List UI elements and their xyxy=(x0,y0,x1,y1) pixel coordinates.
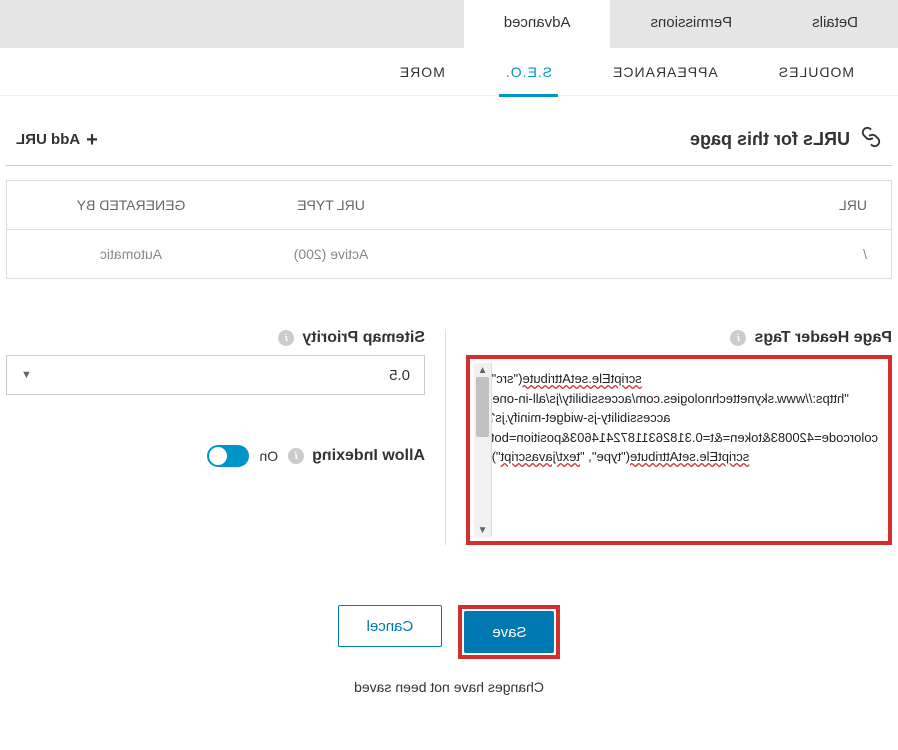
tab-permissions[interactable]: Permissions xyxy=(610,0,772,48)
info-icon[interactable]: i xyxy=(288,448,304,464)
tab-details[interactable]: Details xyxy=(772,0,898,48)
sitemap-label: Sitemap Priority i xyxy=(6,329,425,347)
header-tags-label: Page Header Tags i xyxy=(466,329,892,347)
unsaved-message: Changes have not been saved xyxy=(0,679,898,695)
table-row[interactable]: / Active (200) Automatic xyxy=(7,230,891,278)
subtab-modules[interactable]: MODULES xyxy=(748,48,884,96)
cancel-button[interactable]: Cancel xyxy=(338,605,443,647)
url-table-header: URL URL TYPE GENERATED BY xyxy=(7,181,891,230)
main-tabs: Details Permissions Advanced xyxy=(0,0,898,48)
tab-advanced[interactable]: Advanced xyxy=(464,0,611,48)
subtab-seo[interactable]: S.E.O. xyxy=(475,48,582,96)
header-tags-textarea[interactable]: scriptEle.setAttribute("src", "https://w… xyxy=(466,355,892,545)
url-table: URL URL TYPE GENERATED BY / Active (200)… xyxy=(6,180,892,279)
cell-url: / xyxy=(431,246,867,262)
cell-generated: Automatic xyxy=(31,246,231,262)
col-url-header: URL xyxy=(431,197,867,213)
sitemap-priority-select[interactable]: 0.5 ▼ xyxy=(6,355,425,395)
subtab-appearance[interactable]: APPEARANCE xyxy=(582,48,748,96)
add-url-button[interactable]: + Add URL xyxy=(16,130,98,150)
save-button[interactable]: Save xyxy=(464,611,554,653)
sub-tabs: MODULES APPEARANCE S.E.O. MORE xyxy=(0,48,898,96)
col-type-header: URL TYPE xyxy=(231,197,431,213)
info-icon[interactable]: i xyxy=(730,330,746,346)
allow-indexing-toggle[interactable] xyxy=(207,445,249,467)
col-generated-header: GENERATED BY xyxy=(31,197,231,213)
header-tags-content: scriptEle.setAttribute("src", "https://w… xyxy=(474,363,884,537)
toggle-state: On xyxy=(259,448,278,464)
chevron-down-icon: ▼ xyxy=(21,369,32,381)
info-icon[interactable]: i xyxy=(278,330,294,346)
scrollbar[interactable]: ▲ ▼ xyxy=(474,363,492,537)
sitemap-value: 0.5 xyxy=(389,367,410,384)
button-row: Save Cancel xyxy=(0,605,898,659)
section-title: URLs for this page xyxy=(690,129,850,150)
link-icon xyxy=(860,126,882,153)
save-highlight: Save xyxy=(458,605,560,659)
urls-section-header: URLs for this page + Add URL xyxy=(6,96,892,166)
allow-indexing-label: Allow Indexing i xyxy=(288,447,425,465)
scroll-down-icon[interactable]: ▼ xyxy=(478,523,488,537)
plus-icon: + xyxy=(86,130,98,150)
scroll-up-icon[interactable]: ▲ xyxy=(478,363,488,377)
add-url-label: Add URL xyxy=(16,131,80,148)
scroll-thumb[interactable] xyxy=(476,377,489,437)
switch-knob xyxy=(209,447,227,465)
subtab-more[interactable]: MORE xyxy=(369,48,475,96)
cell-type: Active (200) xyxy=(231,246,431,262)
